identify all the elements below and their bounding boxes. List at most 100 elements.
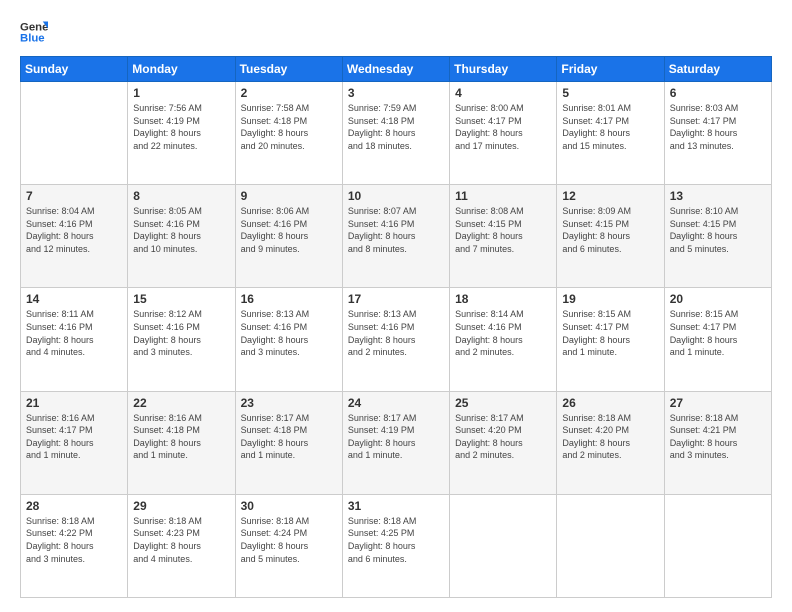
day-number: 26 (562, 396, 658, 410)
calendar-cell: 30 Sunrise: 8:18 AM Sunset: 4:24 PM Dayli… (235, 494, 342, 597)
calendar-week-row: 21 Sunrise: 8:16 AM Sunset: 4:17 PM Dayli… (21, 391, 772, 494)
cell-info: Sunrise: 8:18 AM Sunset: 4:22 PM Dayligh… (26, 515, 122, 565)
calendar-cell: 12 Sunrise: 8:09 AM Sunset: 4:15 PM Dayli… (557, 185, 664, 288)
calendar-cell: 23Sunrise: 8:17 AM Sunset: 4:18 PM Dayli… (235, 391, 342, 494)
cell-info: Sunrise: 7:56 AM Sunset: 4:19 PM Dayligh… (133, 102, 229, 152)
cell-info: Sunrise: 8:07 AM Sunset: 4:16 PM Dayligh… (348, 205, 444, 255)
day-number: 24 (348, 396, 444, 410)
cell-info: Sunrise: 8:18 AM Sunset: 4:25 PM Dayligh… (348, 515, 444, 565)
calendar-cell: 10 Sunrise: 8:07 AM Sunset: 4:16 PM Dayli… (342, 185, 449, 288)
calendar-cell: 13 Sunrise: 8:10 AM Sunset: 4:15 PM Dayli… (664, 185, 771, 288)
calendar-table: SundayMondayTuesdayWednesdayThursdayFrid… (20, 56, 772, 598)
calendar-cell: 16Sunrise: 8:13 AM Sunset: 4:16 PM Dayli… (235, 288, 342, 391)
day-number: 30 (241, 499, 337, 513)
day-number: 7 (26, 189, 122, 203)
col-header-monday: Monday (128, 57, 235, 82)
day-number: 2 (241, 86, 337, 100)
day-number: 23 (241, 396, 337, 410)
cell-info: Sunrise: 8:15 AM Sunset: 4:17 PM Dayligh… (670, 308, 766, 358)
cell-info: Sunrise: 8:08 AM Sunset: 4:15 PM Dayligh… (455, 205, 551, 255)
cell-info: Sunrise: 8:05 AM Sunset: 4:16 PM Dayligh… (133, 205, 229, 255)
calendar-cell: 21 Sunrise: 8:16 AM Sunset: 4:17 PM Dayli… (21, 391, 128, 494)
calendar-cell (664, 494, 771, 597)
calendar-cell: 25 Sunrise: 8:17 AM Sunset: 4:20 PM Dayli… (450, 391, 557, 494)
cell-info: Sunrise: 8:18 AM Sunset: 4:24 PM Dayligh… (241, 515, 337, 565)
cell-info: Sunrise: 8:13 AM Sunset: 4:16 PM Dayligh… (348, 308, 444, 358)
calendar-cell (557, 494, 664, 597)
calendar-cell: 7 Sunrise: 8:04 AM Sunset: 4:16 PM Daylig… (21, 185, 128, 288)
logo-icon: General Blue (20, 18, 48, 46)
col-header-saturday: Saturday (664, 57, 771, 82)
calendar-cell: 24Sunrise: 8:17 AM Sunset: 4:19 PM Dayli… (342, 391, 449, 494)
cell-info: Sunrise: 8:00 AM Sunset: 4:17 PM Dayligh… (455, 102, 551, 152)
day-number: 31 (348, 499, 444, 513)
calendar-cell: 14 Sunrise: 8:11 AM Sunset: 4:16 PM Dayli… (21, 288, 128, 391)
calendar-cell: 18 Sunrise: 8:14 AM Sunset: 4:16 PM Dayli… (450, 288, 557, 391)
cell-info: Sunrise: 8:15 AM Sunset: 4:17 PM Dayligh… (562, 308, 658, 358)
calendar-cell: 11 Sunrise: 8:08 AM Sunset: 4:15 PM Dayli… (450, 185, 557, 288)
calendar-cell: 22 Sunrise: 8:16 AM Sunset: 4:18 PM Dayli… (128, 391, 235, 494)
col-header-wednesday: Wednesday (342, 57, 449, 82)
cell-info: Sunrise: 8:14 AM Sunset: 4:16 PM Dayligh… (455, 308, 551, 358)
calendar-cell: 4 Sunrise: 8:00 AM Sunset: 4:17 PM Daylig… (450, 82, 557, 185)
calendar-week-row: 7 Sunrise: 8:04 AM Sunset: 4:16 PM Daylig… (21, 185, 772, 288)
cell-info: Sunrise: 8:11 AM Sunset: 4:16 PM Dayligh… (26, 308, 122, 358)
day-number: 15 (133, 292, 229, 306)
cell-info: Sunrise: 8:09 AM Sunset: 4:15 PM Dayligh… (562, 205, 658, 255)
day-number: 25 (455, 396, 551, 410)
calendar-cell: 17 Sunrise: 8:13 AM Sunset: 4:16 PM Dayli… (342, 288, 449, 391)
calendar-cell: 19 Sunrise: 8:15 AM Sunset: 4:17 PM Dayli… (557, 288, 664, 391)
col-header-thursday: Thursday (450, 57, 557, 82)
day-number: 18 (455, 292, 551, 306)
calendar-cell: 3Sunrise: 7:59 AM Sunset: 4:18 PM Daylig… (342, 82, 449, 185)
calendar-cell: 28Sunrise: 8:18 AM Sunset: 4:22 PM Dayli… (21, 494, 128, 597)
cell-info: Sunrise: 8:16 AM Sunset: 4:18 PM Dayligh… (133, 412, 229, 462)
day-number: 13 (670, 189, 766, 203)
calendar-cell: 8 Sunrise: 8:05 AM Sunset: 4:16 PM Daylig… (128, 185, 235, 288)
cell-info: Sunrise: 8:03 AM Sunset: 4:17 PM Dayligh… (670, 102, 766, 152)
calendar-cell (21, 82, 128, 185)
day-number: 19 (562, 292, 658, 306)
day-number: 17 (348, 292, 444, 306)
day-number: 4 (455, 86, 551, 100)
col-header-sunday: Sunday (21, 57, 128, 82)
cell-info: Sunrise: 8:17 AM Sunset: 4:20 PM Dayligh… (455, 412, 551, 462)
calendar-cell: 26 Sunrise: 8:18 AM Sunset: 4:20 PM Dayli… (557, 391, 664, 494)
calendar-cell: 6 Sunrise: 8:03 AM Sunset: 4:17 PM Daylig… (664, 82, 771, 185)
calendar-cell: 20Sunrise: 8:15 AM Sunset: 4:17 PM Dayli… (664, 288, 771, 391)
cell-info: Sunrise: 8:18 AM Sunset: 4:20 PM Dayligh… (562, 412, 658, 462)
cell-info: Sunrise: 8:06 AM Sunset: 4:16 PM Dayligh… (241, 205, 337, 255)
day-number: 22 (133, 396, 229, 410)
cell-info: Sunrise: 8:18 AM Sunset: 4:21 PM Dayligh… (670, 412, 766, 462)
day-number: 6 (670, 86, 766, 100)
cell-info: Sunrise: 8:01 AM Sunset: 4:17 PM Dayligh… (562, 102, 658, 152)
day-number: 8 (133, 189, 229, 203)
page: General Blue SundayMondayTuesdayWednesda… (0, 0, 792, 612)
cell-info: Sunrise: 7:58 AM Sunset: 4:18 PM Dayligh… (241, 102, 337, 152)
day-number: 10 (348, 189, 444, 203)
day-number: 27 (670, 396, 766, 410)
day-number: 11 (455, 189, 551, 203)
calendar-cell (450, 494, 557, 597)
col-header-tuesday: Tuesday (235, 57, 342, 82)
svg-text:General: General (20, 21, 48, 33)
calendar-cell: 15Sunrise: 8:12 AM Sunset: 4:16 PM Dayli… (128, 288, 235, 391)
calendar-cell: 9Sunrise: 8:06 AM Sunset: 4:16 PM Daylig… (235, 185, 342, 288)
day-number: 21 (26, 396, 122, 410)
calendar-cell: 27 Sunrise: 8:18 AM Sunset: 4:21 PM Dayli… (664, 391, 771, 494)
day-number: 14 (26, 292, 122, 306)
cell-info: Sunrise: 8:18 AM Sunset: 4:23 PM Dayligh… (133, 515, 229, 565)
calendar-header-row: SundayMondayTuesdayWednesdayThursdayFrid… (21, 57, 772, 82)
calendar-cell: 31 Sunrise: 8:18 AM Sunset: 4:25 PM Dayli… (342, 494, 449, 597)
calendar-cell: 29 Sunrise: 8:18 AM Sunset: 4:23 PM Dayli… (128, 494, 235, 597)
cell-info: Sunrise: 8:16 AM Sunset: 4:17 PM Dayligh… (26, 412, 122, 462)
day-number: 5 (562, 86, 658, 100)
cell-info: Sunrise: 8:04 AM Sunset: 4:16 PM Dayligh… (26, 205, 122, 255)
day-number: 12 (562, 189, 658, 203)
calendar-cell: 5 Sunrise: 8:01 AM Sunset: 4:17 PM Daylig… (557, 82, 664, 185)
day-number: 29 (133, 499, 229, 513)
header: General Blue (20, 18, 772, 46)
cell-info: Sunrise: 8:10 AM Sunset: 4:15 PM Dayligh… (670, 205, 766, 255)
cell-info: Sunrise: 8:13 AM Sunset: 4:16 PM Dayligh… (241, 308, 337, 358)
cell-info: Sunrise: 7:59 AM Sunset: 4:18 PM Dayligh… (348, 102, 444, 152)
